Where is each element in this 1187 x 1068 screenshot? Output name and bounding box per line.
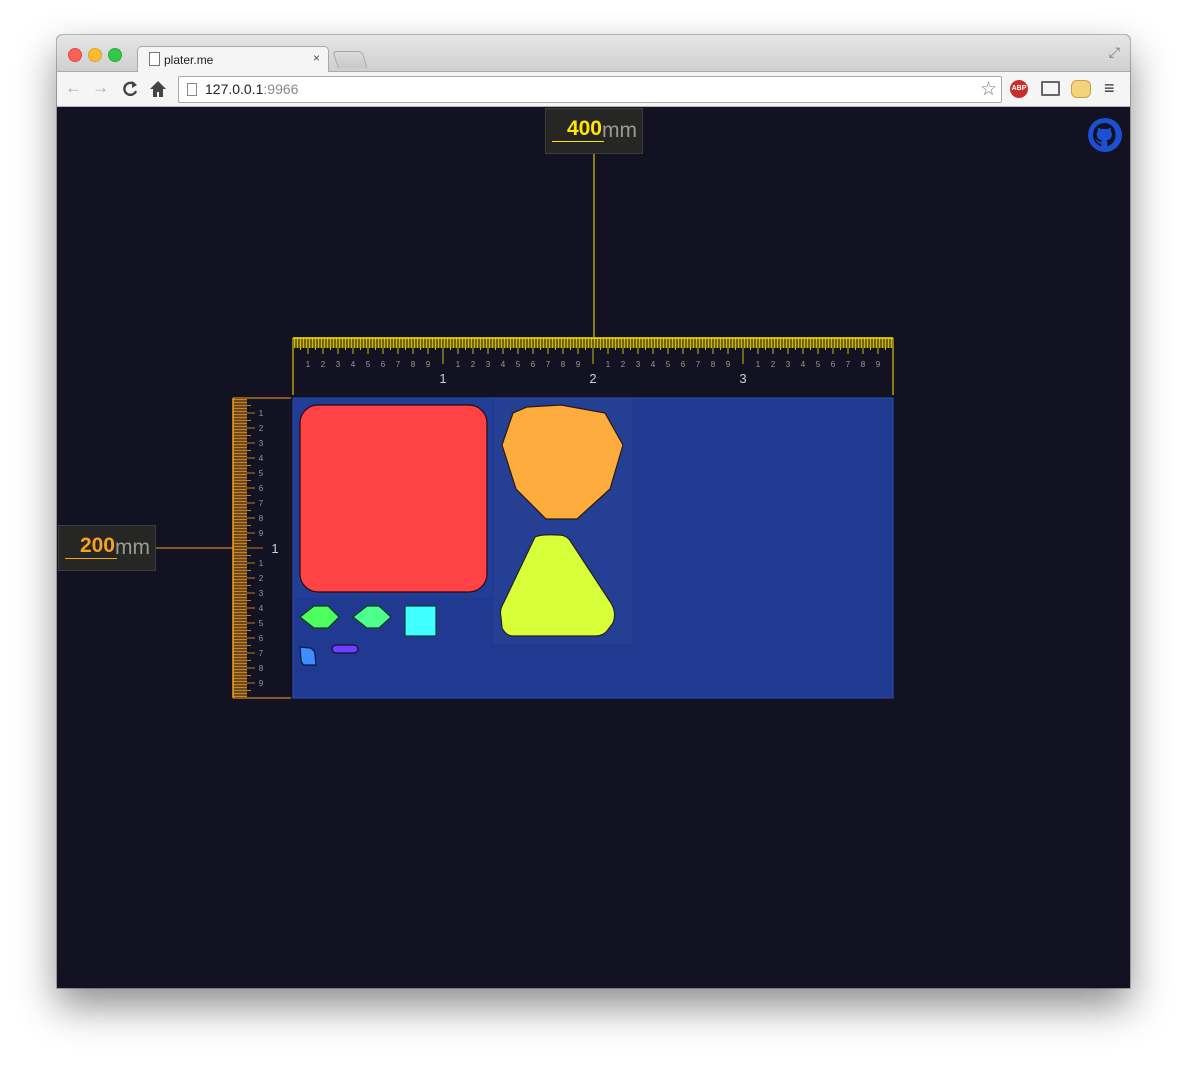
part-small-square[interactable] [404,605,437,637]
ruler-minor-label: 9 [426,360,431,369]
ruler-minor-label: 6 [831,360,836,369]
home-icon[interactable] [149,80,167,98]
ruler-minor-label: 5 [259,469,264,478]
height-ruler: 1234567891234567891 [232,397,291,699]
back-button[interactable]: ← [65,78,82,98]
ruler-minor-label: 1 [756,360,761,369]
ruler-major-label: 3 [739,371,746,386]
bookmark-star-icon[interactable]: ☆ [980,78,997,101]
ruler-minor-label: 7 [259,649,264,658]
ruler-minor-label: 8 [561,360,566,369]
tab-plater[interactable]: plater.me × [137,46,329,73]
plate-width-unit: mm [602,119,637,142]
ruler-minor-label: 9 [726,360,731,369]
page-icon [187,83,197,96]
ruler-minor-label: 9 [876,360,881,369]
ruler-minor-label: 2 [321,360,326,369]
ruler-minor-label: 4 [801,360,806,369]
ruler-minor-label: 9 [576,360,581,369]
ruler-minor-label: 2 [771,360,776,369]
ruler-minor-label: 6 [381,360,386,369]
ruler-minor-label: 5 [666,360,671,369]
ruler-minor-label: 6 [531,360,536,369]
close-window-button[interactable] [68,48,82,62]
url-port: :9966 [263,81,299,97]
ruler-minor-label: 2 [471,360,476,369]
plater-app: 123456789123456789123456789123456789123 … [57,107,1130,988]
menu-icon[interactable]: ≡ [1104,78,1115,99]
plate-height-input[interactable] [65,534,117,559]
ruler-minor-label: 7 [259,499,264,508]
width-ruler: 1 2 3 4 5 6 7 8 9 1 2 3 4 5 6 7 8 9 1 2 3 4 5 6 7 8 9 1 2 3 4 5 6 7 8 91 2 3 [292,337,894,395]
ruler-minor-label: 1 [456,360,461,369]
part-pill[interactable] [331,644,359,654]
browser-window: plater.me × ⤢ ← → 127.0.0.1:9966 ☆ ABP ≡ [57,35,1130,988]
ruler-minor-label: 7 [546,360,551,369]
plate-width-input[interactable] [552,117,604,142]
ruler-minor-label: 3 [486,360,491,369]
tab-close-icon[interactable]: × [313,51,320,65]
ruler-minor-label: 1 [306,360,311,369]
fullscreen-icon[interactable]: ⤢ [1109,44,1120,61]
reload-icon[interactable] [121,79,139,99]
part-small-quad[interactable] [299,646,317,666]
extension-icon[interactable] [1071,80,1091,98]
ruler-minor-label: 5 [516,360,521,369]
ruler-minor-label: 3 [259,589,264,598]
ruler-minor-label: 2 [621,360,626,369]
ruler-minor-label: 7 [396,360,401,369]
tab-title: plater.me [164,53,214,67]
ruler-minor-label: 2 [259,424,264,433]
ruler-minor-label: 8 [861,360,866,369]
ruler-minor-label: 9 [259,529,264,538]
ruler-minor-label: 4 [259,604,264,613]
ruler-major-label: 2 [589,371,596,386]
ruler-minor-label: 5 [366,360,371,369]
ruler-minor-label: 6 [681,360,686,369]
forward-button[interactable]: → [92,78,109,98]
ruler-minor-label: 8 [259,664,264,673]
ruler-minor-label: 8 [259,514,264,523]
ruler-minor-label: 8 [411,360,416,369]
ruler-minor-label: 1 [606,360,611,369]
ruler-minor-label: 4 [501,360,506,369]
new-tab-button[interactable] [332,51,368,68]
url-host: 127.0.0.1 [205,81,264,97]
plate-canvas[interactable]: 1 2 3 4 5 6 7 8 9 1 2 3 4 5 6 7 8 9 1 2 3 4 5 6 7 8 9 1 2 3 4 5 6 7 8 91 2 3 … [57,107,1130,988]
plate-width-control: mm [545,108,643,154]
plate-height-control: mm [58,525,156,571]
adblock-icon[interactable]: ABP [1010,80,1028,98]
ruler-minor-label: 4 [259,454,264,463]
page-icon [149,52,160,66]
browser-toolbar: ← → 127.0.0.1:9966 ☆ ABP ≡ [57,72,1130,107]
ruler-minor-label: 4 [651,360,656,369]
url-text[interactable]: 127.0.0.1:9966 [205,81,298,97]
ruler-minor-label: 9 [259,679,264,688]
ruler-minor-label: 6 [259,484,264,493]
ruler-minor-label: 5 [816,360,821,369]
ruler-minor-label: 5 [259,619,264,628]
address-bar[interactable]: 127.0.0.1:9966 ☆ [178,76,1002,103]
plate-height-unit: mm [115,536,150,559]
ruler-minor-label: 3 [259,439,264,448]
ruler-major-label: 1 [271,541,278,556]
ruler-minor-label: 1 [259,559,264,568]
ruler-minor-label: 7 [696,360,701,369]
ruler-minor-label: 2 [259,574,264,583]
ruler-major-label: 1 [439,371,446,386]
ruler-minor-label: 1 [259,409,264,418]
ruler-minor-label: 7 [846,360,851,369]
ruler-minor-label: 8 [711,360,716,369]
ruler-minor-label: 3 [636,360,641,369]
minimize-window-button[interactable] [88,48,102,62]
part-rounded-square[interactable] [299,404,488,593]
ruler-minor-label: 4 [351,360,356,369]
tab-strip: plater.me × ⤢ [57,35,1130,73]
maximize-window-button[interactable] [108,48,122,62]
cast-icon[interactable] [1041,81,1060,96]
ruler-minor-label: 6 [259,634,264,643]
github-icon[interactable] [1087,117,1123,153]
ruler-minor-label: 3 [786,360,791,369]
ruler-minor-label: 3 [336,360,341,369]
